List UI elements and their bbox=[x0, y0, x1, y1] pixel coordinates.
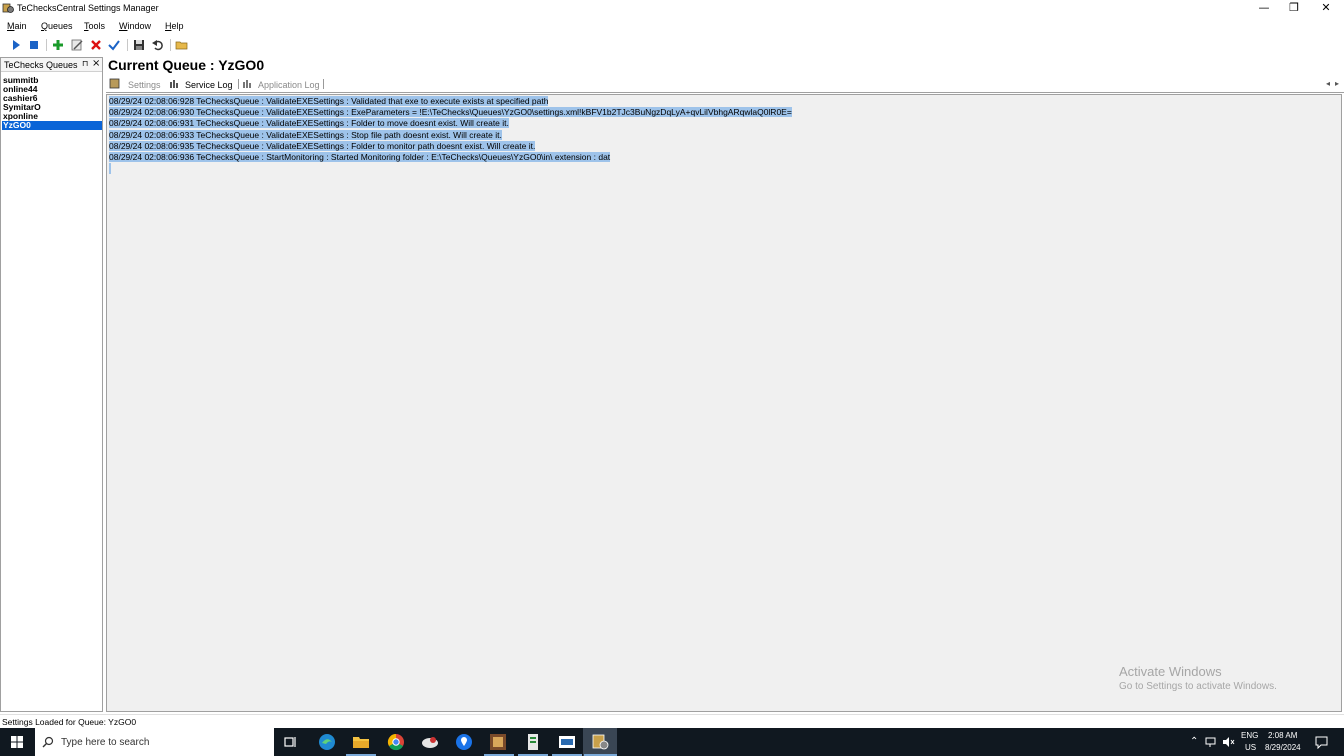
menu-bar: Main Queues Tools Window Help bbox=[0, 18, 1344, 35]
close-button[interactable]: ✕ bbox=[1311, 0, 1341, 17]
tab-service-log[interactable]: Service Log bbox=[166, 76, 238, 93]
maps-icon[interactable] bbox=[454, 732, 474, 752]
toolbar bbox=[0, 36, 1344, 55]
edge-icon[interactable] bbox=[317, 732, 337, 752]
log-lines: 08/29/24 02:08:06:928 TeChecksQueue : Va… bbox=[109, 96, 792, 175]
menu-main[interactable]: Main bbox=[7, 21, 27, 31]
clock-time[interactable]: 2:08 AM bbox=[1268, 731, 1297, 740]
menu-help[interactable]: Help bbox=[165, 21, 184, 31]
restore-button[interactable]: ❐ bbox=[1279, 0, 1309, 17]
queues-pane-header: TeChecks Queues ⊓ × bbox=[1, 58, 102, 72]
search-icon bbox=[42, 736, 54, 748]
tab-application-log[interactable]: Application Log bbox=[239, 76, 325, 93]
queue-list: summitb online44 cashier6 SymitarO xponl… bbox=[2, 76, 102, 130]
tab-scroll-right-icon[interactable]: ▸ bbox=[1335, 79, 1339, 88]
log-line: 08/29/24 02:08:06:933 TeChecksQueue : Va… bbox=[109, 129, 502, 140]
tab-settings[interactable]: Settings bbox=[106, 76, 164, 93]
close-icon[interactable]: × bbox=[92, 58, 100, 69]
pin-icon[interactable]: ⊓ bbox=[82, 59, 88, 68]
save-icon[interactable] bbox=[132, 38, 146, 52]
app-icon-4[interactable] bbox=[557, 732, 577, 752]
search-placeholder: Type here to search bbox=[61, 737, 150, 748]
language-region[interactable]: US bbox=[1245, 743, 1256, 752]
title-bar: TeChecksCentral Settings Manager — ❐ ✕ bbox=[0, 0, 1344, 17]
activation-watermark-subtitle: Go to Settings to activate Windows. bbox=[1119, 681, 1277, 692]
app-icon-2[interactable] bbox=[488, 732, 508, 752]
tab-separator bbox=[323, 79, 324, 89]
application-log-tab-icon bbox=[243, 80, 251, 88]
status-bar: Settings Loaded for Queue: YzGO0 bbox=[0, 714, 1344, 728]
queues-pane-title: TeChecks Queues bbox=[4, 60, 78, 70]
page-title: Current Queue : YzGO0 bbox=[108, 57, 265, 73]
clock-date[interactable]: 8/29/2024 bbox=[1265, 743, 1301, 752]
service-log-textarea[interactable]: 08/29/24 02:08:06:928 TeChecksQueue : Va… bbox=[106, 94, 1342, 712]
techecks-icon[interactable] bbox=[590, 732, 610, 752]
check-icon[interactable] bbox=[107, 38, 121, 52]
log-line: 08/29/24 02:08:06:930 TeChecksQueue : Va… bbox=[109, 107, 792, 118]
task-view-icon[interactable] bbox=[281, 732, 301, 752]
delete-icon[interactable] bbox=[89, 38, 103, 52]
notifications-icon[interactable] bbox=[1315, 736, 1328, 749]
activation-watermark-title: Activate Windows bbox=[1119, 664, 1222, 679]
open-folder-icon[interactable] bbox=[175, 38, 189, 52]
app-icon-1[interactable] bbox=[420, 732, 440, 752]
menu-queues[interactable]: Queues bbox=[41, 21, 73, 31]
language-code[interactable]: ENG bbox=[1241, 731, 1258, 740]
log-line: 08/29/24 02:08:06:936 TeChecksQueue : St… bbox=[109, 151, 611, 162]
log-line: 08/29/24 02:08:06:928 TeChecksQueue : Va… bbox=[109, 96, 549, 106]
text-caret bbox=[109, 163, 111, 175]
windows-start-icon[interactable] bbox=[0, 728, 34, 756]
taskbar-search-input[interactable]: Type here to search bbox=[35, 728, 274, 756]
app-icon-3[interactable] bbox=[523, 732, 543, 752]
volume-muted-icon[interactable] bbox=[1222, 736, 1235, 748]
window-title: TeChecksCentral Settings Manager bbox=[17, 3, 159, 13]
edit-icon[interactable] bbox=[70, 38, 84, 52]
log-line: 08/29/24 02:08:06:931 TeChecksQueue : Va… bbox=[109, 118, 509, 129]
menu-window[interactable]: Window bbox=[119, 21, 151, 31]
status-text: Settings Loaded for Queue: YzGO0 bbox=[2, 717, 137, 727]
add-icon[interactable] bbox=[51, 38, 65, 52]
stop-icon[interactable] bbox=[27, 38, 41, 52]
settings-tab-icon bbox=[109, 78, 120, 89]
log-line: 08/29/24 02:08:06:935 TeChecksQueue : Va… bbox=[109, 140, 536, 151]
taskbar: Type here to search ⌃ ENG US 2:08 AM 8/2… bbox=[0, 728, 1344, 756]
queues-pane: TeChecks Queues ⊓ × summitb online44 cas… bbox=[0, 57, 103, 712]
app-icon bbox=[2, 3, 14, 13]
network-icon[interactable] bbox=[1205, 736, 1218, 748]
tab-scroll-left-icon[interactable]: ◂ bbox=[1326, 79, 1330, 88]
tab-strip: Settings Service Log Application Log ◂ ▸ bbox=[106, 76, 1344, 93]
menu-tools[interactable]: Tools bbox=[84, 21, 105, 31]
chrome-icon[interactable] bbox=[386, 732, 406, 752]
undo-icon[interactable] bbox=[151, 38, 165, 52]
toolbar-separator bbox=[46, 39, 47, 51]
minimize-button[interactable]: — bbox=[1249, 0, 1279, 17]
show-hidden-icons-icon[interactable]: ⌃ bbox=[1190, 736, 1198, 747]
play-icon[interactable] bbox=[9, 38, 23, 52]
toolbar-separator bbox=[170, 39, 171, 51]
service-log-tab-icon bbox=[170, 80, 178, 88]
file-explorer-icon[interactable] bbox=[351, 732, 371, 752]
queue-item-yzgo0[interactable]: YzGO0 bbox=[2, 121, 102, 130]
toolbar-separator bbox=[127, 39, 128, 51]
